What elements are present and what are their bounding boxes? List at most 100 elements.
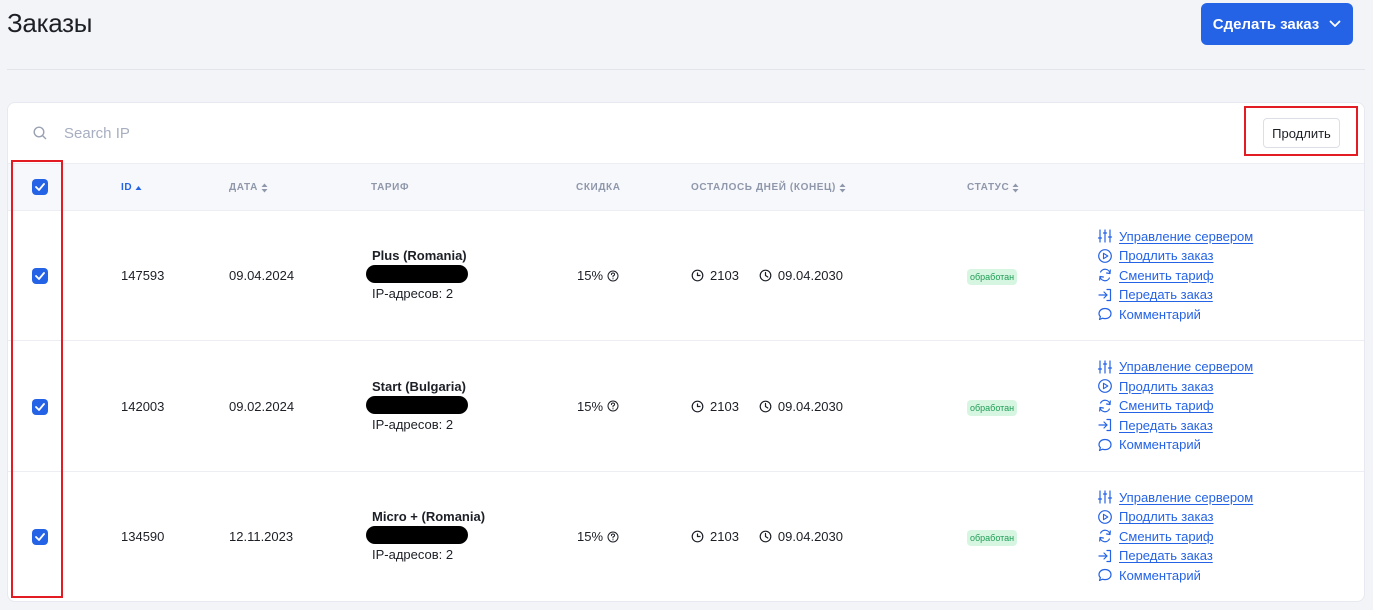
- table-header: ID ДАТА ТАРИФ СКИДКА ОСТАЛОСЬ ДНЕЙ (КОНЕ…: [8, 163, 1364, 211]
- table-row: 134590 12.11.2023 Micro + (Romania) IP-а…: [8, 472, 1364, 601]
- chat-bubble-icon: [1098, 308, 1112, 321]
- question-circle-icon[interactable]: [607, 531, 619, 543]
- end-date: 09.04.2030: [777, 268, 843, 283]
- tariff-name: Micro + (Romania): [372, 509, 486, 524]
- table-row: 142003 09.02.2024 Start (Bulgaria) IP-ад…: [8, 342, 1364, 472]
- header-divider: [7, 69, 1365, 70]
- end-date: 09.04.2030: [777, 529, 843, 544]
- manage-server-link[interactable]: Управление сервером: [1097, 489, 1253, 506]
- column-header-date[interactable]: ДАТА: [229, 182, 268, 193]
- row-actions: Управление сервером Продлить заказ Смени…: [1097, 228, 1253, 323]
- sort-icon: [261, 183, 268, 192]
- days-left-cell: 2103 09.04.2030: [691, 268, 843, 283]
- sort-icon: [1012, 183, 1019, 192]
- refresh-icon: [1099, 268, 1111, 282]
- question-circle-icon[interactable]: [607, 400, 619, 412]
- discount-value: 15%: [577, 398, 604, 414]
- row-actions: Управление сервером Продлить заказ Смени…: [1097, 359, 1253, 454]
- play-circle-icon: [1098, 248, 1112, 263]
- checkbox-column-highlight: [11, 160, 63, 598]
- sort-icon: [839, 183, 846, 192]
- ip-count: IP-адресов: 2: [372, 416, 454, 432]
- search-input[interactable]: [64, 121, 364, 145]
- ip-count: IP-адресов: 2: [372, 286, 454, 301]
- clock-half-icon: [691, 269, 704, 282]
- sort-up-icon: [135, 185, 142, 190]
- days-left: 2103: [710, 268, 739, 283]
- column-header-id[interactable]: ID: [121, 182, 142, 193]
- extend-order-link[interactable]: Продлить заказ: [1097, 378, 1253, 395]
- comment-link[interactable]: Комментарий: [1097, 306, 1253, 323]
- table-row: 147593 09.04.2024 Plus (Romania) IP-адре…: [8, 211, 1364, 341]
- transfer-order-link[interactable]: Передать заказ: [1097, 417, 1253, 434]
- tariff-cell: Micro + (Romania) IP-адресов: 2: [366, 509, 486, 562]
- sliders-icon: [1097, 360, 1113, 374]
- manage-server-link[interactable]: Управление сервером: [1097, 359, 1253, 376]
- column-header-days-left[interactable]: ОСТАЛОСЬ ДНЕЙ (КОНЕЦ): [691, 182, 846, 193]
- tariff-name: Plus (Romania): [372, 248, 467, 263]
- sliders-icon: [1097, 490, 1113, 504]
- change-tariff-link[interactable]: Сменить тариф: [1097, 528, 1253, 545]
- column-header-tariff: ТАРИФ: [371, 182, 410, 193]
- sign-in-icon: [1098, 549, 1112, 562]
- order-date: 09.04.2024: [229, 268, 295, 283]
- column-header-discount: СКИДКА: [576, 182, 621, 193]
- order-id: 134590: [121, 529, 165, 544]
- comment-link[interactable]: Комментарий: [1097, 567, 1253, 584]
- sign-in-icon: [1098, 288, 1112, 301]
- status-badge: обработан: [967, 399, 1018, 416]
- extend-button-highlight: [1244, 106, 1358, 156]
- days-left: 2103: [710, 398, 739, 414]
- orders-card: Продлить ID ДАТА ТАРИФ СКИДКА ОСТАЛОСЬ Д…: [7, 102, 1365, 602]
- change-tariff-link[interactable]: Сменить тариф: [1097, 398, 1253, 415]
- end-date: 09.04.2030: [777, 398, 843, 414]
- status-badge: обработан: [967, 269, 1018, 285]
- tariff-cell: Plus (Romania) IP-адресов: 2: [366, 248, 468, 301]
- refresh-icon: [1099, 529, 1111, 543]
- order-date: 12.11.2023: [229, 529, 294, 544]
- clock-half-icon: [691, 400, 704, 412]
- play-circle-icon: [1098, 509, 1112, 524]
- discount-cell: 15%: [577, 399, 619, 414]
- column-header-status[interactable]: СТАТУС: [967, 182, 1019, 193]
- chat-bubble-icon: [1098, 569, 1112, 582]
- days-left-cell: 2103 09.04.2030: [691, 529, 843, 544]
- extend-order-link[interactable]: Продлить заказ: [1097, 248, 1253, 265]
- clock-icon: [759, 400, 772, 412]
- clock-icon: [759, 269, 772, 282]
- redacted-ip: [366, 395, 468, 414]
- page-title: Заказы: [7, 8, 93, 38]
- transfer-order-link[interactable]: Передать заказ: [1097, 548, 1253, 565]
- sign-in-icon: [1098, 419, 1112, 432]
- discount-cell: 15%: [577, 529, 619, 544]
- days-left-cell: 2103 09.04.2030: [691, 399, 843, 414]
- chat-bubble-icon: [1098, 438, 1112, 451]
- tariff-cell: Start (Bulgaria) IP-адресов: 2: [366, 378, 468, 432]
- sliders-icon: [1097, 229, 1113, 243]
- status-badge: обработан: [967, 530, 1018, 546]
- change-tariff-link[interactable]: Сменить тариф: [1097, 267, 1253, 284]
- extend-order-link[interactable]: Продлить заказ: [1097, 509, 1253, 526]
- search-bar: Продлить: [8, 103, 1364, 163]
- order-date: 09.02.2024: [229, 398, 295, 414]
- row-actions: Управление сервером Продлить заказ Смени…: [1097, 489, 1253, 584]
- question-circle-icon[interactable]: [607, 270, 619, 282]
- search-icon: [33, 126, 47, 140]
- make-order-button[interactable]: Сделать заказ: [1201, 3, 1353, 45]
- redacted-ip: [366, 265, 468, 283]
- comment-link[interactable]: Комментарий: [1097, 437, 1253, 454]
- order-id: 147593: [121, 268, 165, 283]
- discount-cell: 15%: [577, 268, 619, 283]
- days-left: 2103: [710, 529, 739, 544]
- clock-icon: [759, 530, 772, 543]
- clock-half-icon: [691, 530, 704, 543]
- make-order-label: Сделать заказ: [1212, 15, 1320, 33]
- discount-value: 15%: [577, 268, 604, 283]
- tariff-name: Start (Bulgaria): [372, 378, 466, 394]
- transfer-order-link[interactable]: Передать заказ: [1097, 287, 1253, 304]
- order-id: 142003: [121, 398, 165, 414]
- refresh-icon: [1099, 399, 1111, 413]
- chevron-down-icon: [1329, 20, 1341, 27]
- manage-server-link[interactable]: Управление сервером: [1097, 228, 1253, 245]
- discount-value: 15%: [577, 529, 604, 544]
